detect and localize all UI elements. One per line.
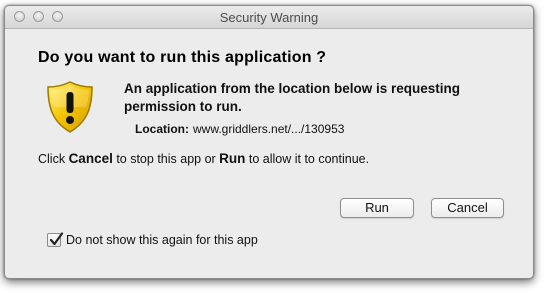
title-bar[interactable]: Security Warning xyxy=(5,6,533,29)
window-title: Security Warning xyxy=(219,10,319,25)
do-not-show-again-label: Do not show this again for this app xyxy=(66,233,258,247)
do-not-show-again-row[interactable]: Do not show this again for this app xyxy=(47,232,258,248)
instruction-cancel-word: Cancel xyxy=(68,151,113,166)
dialog-heading: Do you want to run this application ? xyxy=(38,49,327,66)
instruction-part3: to allow it to continue. xyxy=(245,152,370,166)
instruction-part1: Click xyxy=(38,152,69,166)
cancel-button[interactable]: Cancel xyxy=(431,198,504,218)
warning-shield-icon xyxy=(45,80,95,134)
location-value: www.griddlers.net/.../130953 xyxy=(193,122,345,136)
do-not-show-again-checkbox[interactable] xyxy=(47,232,64,247)
instruction-run-word: Run xyxy=(219,151,246,166)
location-line: Location: www.griddlers.net/.../130953 xyxy=(135,122,344,136)
run-button[interactable]: Run xyxy=(340,198,414,218)
permission-message: An application from the location below i… xyxy=(124,81,461,114)
location-label: Location: xyxy=(135,122,189,136)
instruction-text: Click Cancel to stop this app or Run to … xyxy=(38,151,369,166)
checkmark-icon xyxy=(49,232,64,246)
instruction-part2: to stop this app or xyxy=(112,152,220,166)
security-warning-dialog: Security Warning Do you want to run this… xyxy=(4,5,534,279)
